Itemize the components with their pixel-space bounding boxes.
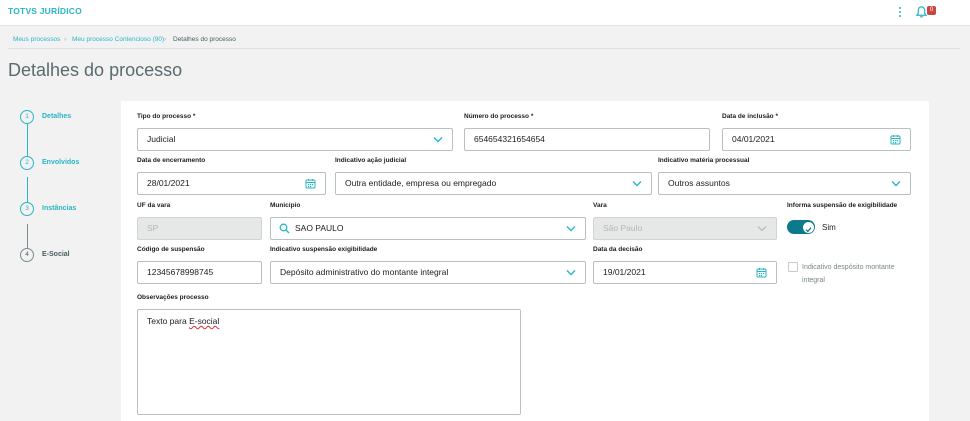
step-esocial[interactable]: 4 E-Social	[20, 248, 116, 262]
indicativo-deposito-checkbox[interactable]	[788, 262, 798, 272]
step-number: 1	[20, 110, 34, 124]
data-decisao-value: 19/01/2021	[603, 267, 646, 277]
codigo-suspensao-label: Código de suspensão	[137, 246, 205, 253]
toggle-knob	[802, 221, 814, 233]
step-instancias[interactable]: 3 Instâncias	[20, 202, 116, 216]
observacoes-textarea[interactable]: Texto para E-social	[137, 309, 521, 415]
indicativo-acao-label: Indicativo ação judicial	[335, 157, 407, 164]
chevron-down-icon	[433, 137, 443, 143]
notification-badge: 0	[927, 6, 936, 15]
chevron-down-icon	[757, 226, 767, 232]
indicativo-deposito-label-line2[interactable]: integral	[802, 274, 825, 287]
indicativo-acao-select[interactable]: Outra entidade, empresa ou empregado	[335, 172, 652, 195]
breadcrumb-separator: ›	[164, 36, 167, 43]
breadcrumb-current: Detalhes do processo	[173, 36, 236, 43]
uf-vara-input: SP	[137, 217, 262, 240]
calendar-icon[interactable]	[890, 134, 901, 145]
municipio-label: Município	[270, 202, 301, 209]
vara-label: Vara	[593, 202, 607, 209]
data-decisao-label: Data da decisão	[593, 246, 643, 253]
data-encerramento-input[interactable]: 28/01/2021	[137, 172, 326, 195]
indicativo-suspensao-select[interactable]: Depósito administrativo do montante inte…	[270, 261, 586, 284]
observacoes-label: Observações processo	[137, 294, 209, 301]
chevron-down-icon	[566, 226, 576, 232]
data-encerramento-value: 28/01/2021	[147, 178, 190, 188]
calendar-icon[interactable]	[305, 178, 316, 189]
indicativo-materia-value: Outros assuntos	[668, 178, 730, 188]
breadcrumb-separator: ›	[64, 36, 67, 43]
observacoes-text: Texto para	[147, 316, 190, 326]
breadcrumb: Meus processos › Meu processo Contencios…	[0, 34, 970, 47]
vara-value: São Paulo	[603, 223, 643, 233]
data-decisao-input[interactable]: 19/01/2021	[593, 261, 777, 284]
check-icon	[805, 226, 811, 232]
indicativo-materia-label: Indicativo matéria processual	[658, 157, 750, 164]
chevron-down-icon	[632, 181, 642, 187]
process-stepper: 1 Detalhes 2 Envolvidos 3 Instâncias 4 E…	[0, 100, 118, 421]
numero-processo-input[interactable]: 654654321654654	[464, 128, 710, 151]
step-number: 2	[20, 156, 34, 170]
calendar-icon[interactable]	[756, 267, 767, 278]
numero-processo-label: Número do processo *	[464, 113, 534, 120]
municipio-value: SAO PAULO	[295, 223, 344, 233]
vara-select: São Paulo	[593, 217, 777, 240]
breadcrumb-my-processes[interactable]: Meus processos	[13, 36, 60, 43]
page-title: Detalhes do processo	[8, 60, 183, 80]
indicativo-suspensao-label: Indicativo suspensão exigibilidade	[270, 246, 378, 253]
informa-suspensao-toggle[interactable]	[787, 220, 815, 234]
informa-suspensao-value: Sim	[822, 223, 836, 232]
indicativo-materia-select[interactable]: Outros assuntos	[658, 172, 911, 195]
municipio-select[interactable]: SAO PAULO	[270, 217, 586, 240]
informa-suspensao-label: Informa suspensão de exigibilidade	[787, 202, 898, 209]
numero-processo-value: 654654321654654	[474, 134, 545, 144]
data-encerramento-label: Data de encerramento	[137, 157, 206, 164]
tipo-processo-label: Tipo do processo *	[137, 113, 196, 120]
chevron-down-icon	[891, 181, 901, 187]
uf-vara-label: UF da vara	[137, 202, 171, 209]
observacoes-misspelled-word: E-social	[189, 316, 220, 326]
process-details-form: Tipo do processo * Judicial Número do pr…	[121, 101, 929, 421]
tipo-processo-select[interactable]: Judicial	[137, 128, 453, 151]
more-options-icon[interactable]	[896, 5, 904, 19]
uf-vara-value: SP	[147, 223, 159, 233]
data-inclusao-label: Data de inclusão *	[722, 113, 778, 120]
step-label: Envolvidos	[42, 159, 80, 166]
search-icon	[279, 223, 290, 234]
step-label: E-Social	[42, 251, 70, 258]
chevron-down-icon	[566, 270, 576, 276]
data-inclusao-input[interactable]: 04/01/2021	[722, 128, 911, 151]
breadcrumb-divider	[8, 48, 960, 49]
step-detalhes[interactable]: 1 Detalhes	[20, 110, 116, 124]
data-inclusao-value: 04/01/2021	[732, 134, 775, 144]
tipo-processo-value: Judicial	[147, 134, 176, 144]
step-label: Detalhes	[42, 113, 72, 120]
codigo-suspensao-value: 12345678998745	[147, 267, 214, 277]
top-bar: TOTVS JURÍDICO 0	[0, 0, 970, 26]
step-label: Instâncias	[42, 205, 77, 212]
step-number: 4	[20, 248, 34, 262]
breadcrumb-contencioso[interactable]: Meu processo Contencioso (90)	[72, 36, 164, 43]
indicativo-deposito-label[interactable]: Indicativo despósito montante	[802, 261, 895, 274]
step-number: 3	[20, 202, 34, 216]
brand-logo[interactable]: TOTVS JURÍDICO	[8, 6, 82, 16]
indicativo-suspensao-value: Depósito administrativo do montante inte…	[280, 267, 449, 277]
codigo-suspensao-input[interactable]: 12345678998745	[137, 261, 262, 284]
step-envolvidos[interactable]: 2 Envolvidos	[20, 156, 116, 170]
indicativo-acao-value: Outra entidade, empresa ou empregado	[345, 178, 497, 188]
